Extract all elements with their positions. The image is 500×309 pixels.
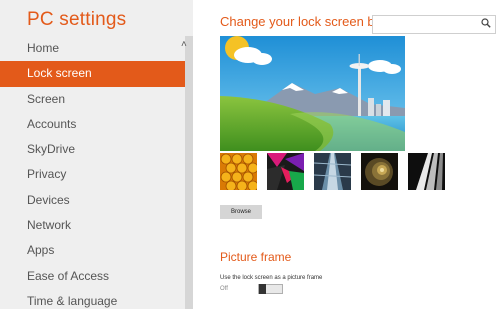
picture-frame-state: Off [220, 286, 228, 292]
settings-nav: Home Lock screen Screen Accounts SkyDriv… [0, 36, 185, 309]
search-input[interactable] [372, 15, 496, 34]
lock-screen-preview [220, 36, 405, 151]
sidebar-item-apps[interactable]: Apps [0, 238, 185, 263]
picture-frame-description: Use the lock screen as a picture frame [220, 275, 323, 281]
thumbnail-nautilus[interactable] [361, 153, 398, 190]
picture-frame-toggle[interactable] [258, 284, 283, 294]
sidebar-item-network[interactable]: Network [0, 213, 185, 238]
thumbnail-honeycomb[interactable] [220, 153, 257, 190]
chevron-up-icon[interactable]: ˄ [181, 40, 187, 50]
sidebar-item-home[interactable]: Home [0, 36, 185, 61]
toggle-knob [259, 284, 266, 294]
sidebar-item-ease-of-access[interactable]: Ease of Access [0, 264, 185, 289]
browse-button[interactable]: Browse [220, 205, 262, 219]
sidebar-item-lock-screen[interactable]: Lock screen [0, 61, 185, 87]
sidebar-item-skydrive[interactable]: SkyDrive [0, 137, 185, 162]
sidebar-item-devices[interactable]: Devices [0, 188, 185, 213]
thumbnail-escalator[interactable] [314, 153, 351, 190]
sidebar-item-accounts[interactable]: Accounts [0, 112, 185, 137]
settings-sidebar: PC settings Home Lock screen Screen Acco… [0, 0, 193, 309]
search-icon[interactable] [481, 18, 491, 32]
sidebar-item-privacy[interactable]: Privacy [0, 162, 185, 187]
sidebar-item-time-language[interactable]: Time & language [0, 289, 185, 309]
sidebar-title: PC settings [27, 9, 127, 30]
picture-frame-heading: Picture frame [220, 250, 292, 264]
thumbnail-piano-keys[interactable] [408, 153, 445, 190]
sidebar-scrollbar[interactable] [185, 36, 193, 309]
sidebar-item-screen[interactable]: Screen [0, 87, 185, 112]
thumbnail-geometric[interactable] [267, 153, 304, 190]
